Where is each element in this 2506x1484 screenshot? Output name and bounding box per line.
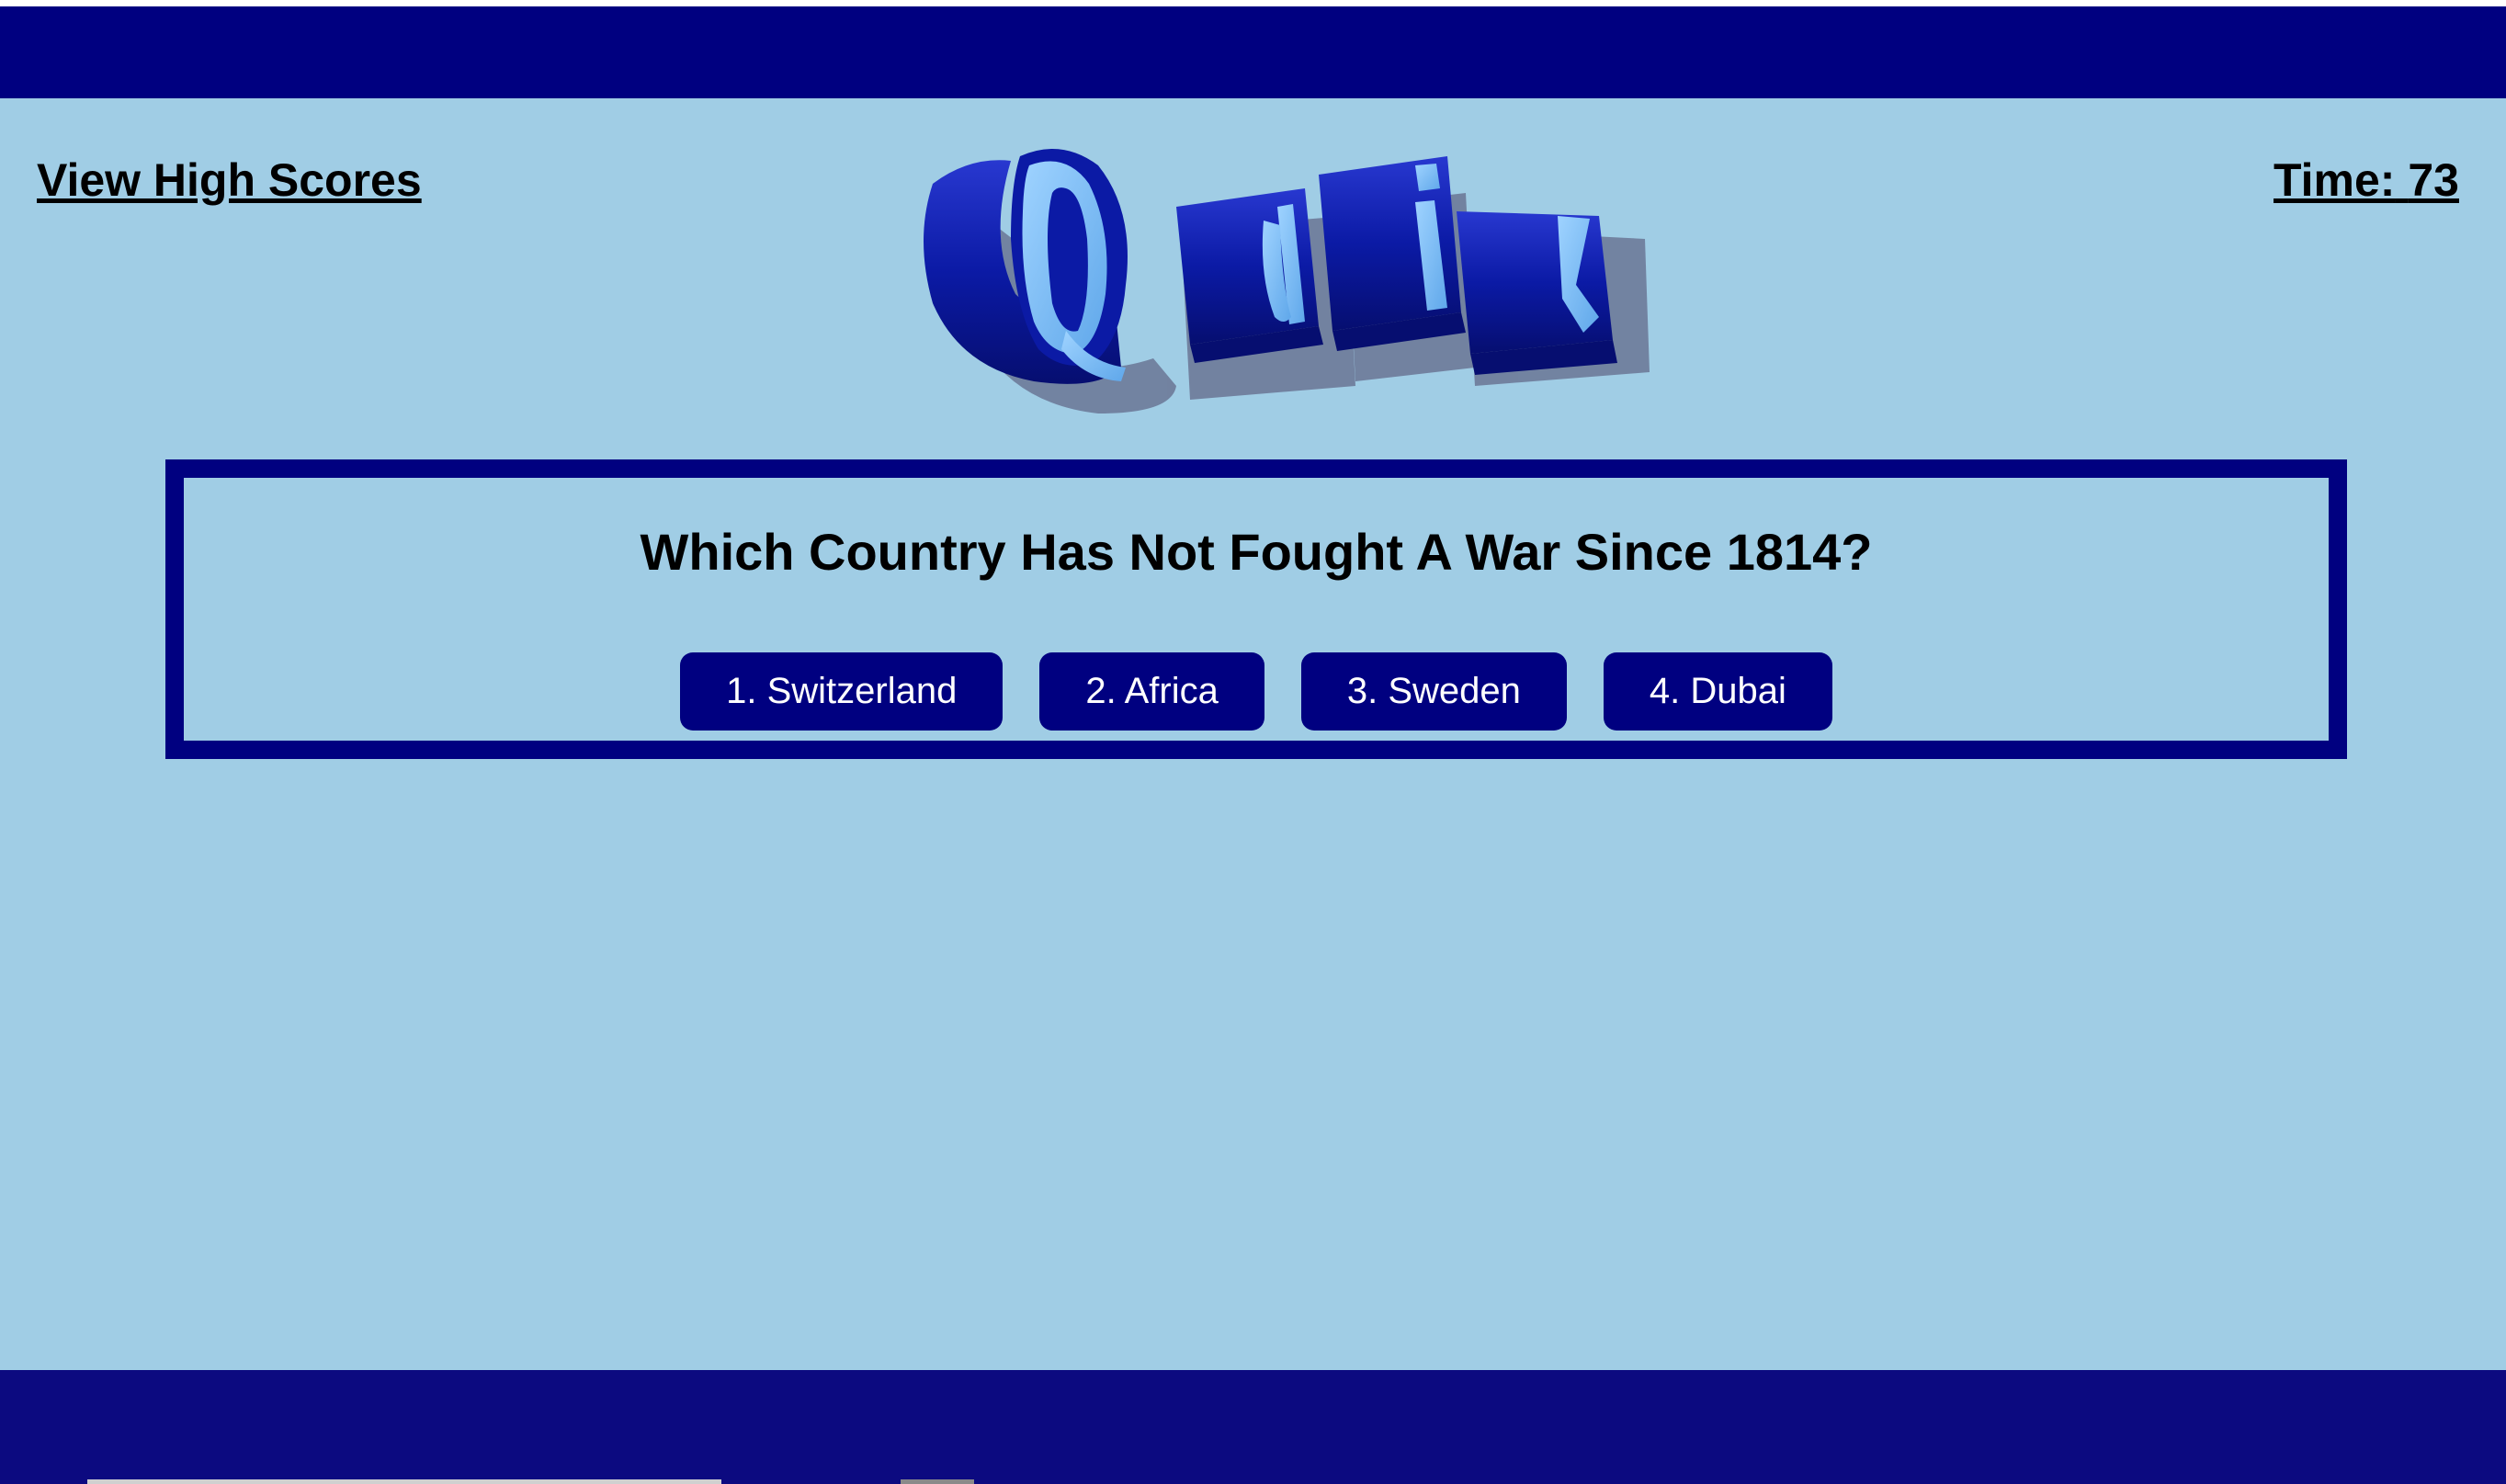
header-bar — [0, 6, 2506, 98]
answer-options: 1. Switzerland 2. Africa 3. Sweden 4. Du… — [184, 652, 2329, 731]
question-text: Which Country Has Not Fought A War Since… — [640, 523, 1873, 581]
timer: Time: 73 — [2274, 153, 2459, 207]
timer-label: Time: — [2274, 154, 2396, 206]
taskbar-segment — [901, 1479, 974, 1484]
window-top-strip — [0, 0, 2506, 6]
quiz-logo — [924, 149, 1650, 413]
taskbar-segment — [87, 1479, 721, 1484]
view-high-scores-link[interactable]: View High Scores — [37, 153, 422, 207]
question-card: Which Country Has Not Fought A War Since… — [165, 459, 2347, 759]
answer-button-3[interactable]: 3. Sweden — [1300, 652, 1567, 731]
answer-button-4[interactable]: 4. Dubai — [1603, 652, 1832, 731]
footer-bar — [0, 1370, 2506, 1484]
logo-letter-u — [1176, 188, 1323, 363]
answer-button-1[interactable]: 1. Switzerland — [680, 652, 1004, 731]
timer-value: 73 — [2408, 154, 2459, 206]
answer-button-2[interactable]: 2. Africa — [1039, 652, 1264, 731]
logo-letter-z — [1457, 211, 1617, 375]
logo-letter-i — [1319, 156, 1466, 351]
logo-letter-q — [924, 149, 1128, 384]
